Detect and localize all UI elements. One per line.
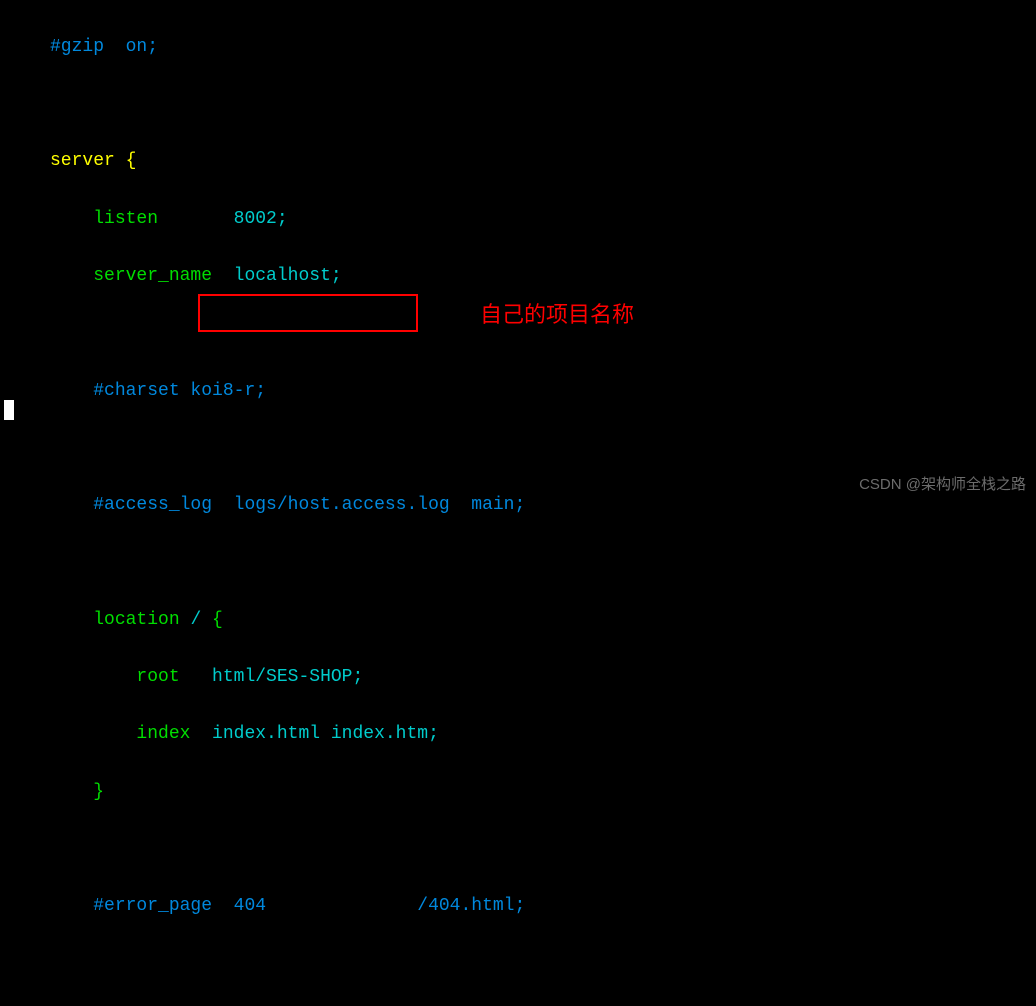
- brace-open: {: [212, 610, 223, 630]
- code-line: [0, 950, 1036, 979]
- code-line: location / {: [0, 606, 1036, 635]
- keyword: server: [50, 151, 115, 171]
- code-line: [0, 548, 1036, 577]
- directive: listen: [93, 209, 158, 229]
- value: html/SES-SHOP;: [180, 667, 364, 687]
- watermark-text: CSDN @架构师全栈之路: [859, 473, 1026, 497]
- code-line: }: [0, 778, 1036, 807]
- brace-close: }: [93, 782, 104, 802]
- comment-text: #access_log logs/host.access.log main;: [93, 495, 525, 515]
- code-line: [0, 835, 1036, 864]
- directive: location: [93, 610, 179, 630]
- cursor-icon: [4, 400, 14, 420]
- directive: index: [136, 724, 190, 744]
- comment-text: #charset koi8-r;: [93, 381, 266, 401]
- code-line: root html/SES-SHOP;: [0, 663, 1036, 692]
- comment-text: #gzip on;: [50, 37, 158, 57]
- code-line: [0, 90, 1036, 119]
- code-line: server_name localhost;: [0, 262, 1036, 291]
- code-line: server {: [0, 147, 1036, 176]
- directive: root: [136, 667, 179, 687]
- value: 8002;: [158, 209, 288, 229]
- code-line: #error_page 404 /404.html;: [0, 892, 1036, 921]
- value: index.html index.htm;: [190, 724, 438, 744]
- value: localhost;: [212, 266, 342, 286]
- value: /: [180, 610, 212, 630]
- brace-open: {: [115, 151, 137, 171]
- code-line: #gzip on;: [0, 33, 1036, 62]
- comment-text: #error_page 404 /404.html;: [93, 896, 525, 916]
- code-editor[interactable]: #gzip on; server { listen 8002; server_n…: [0, 4, 1036, 1006]
- code-line: listen 8002;: [0, 205, 1036, 234]
- code-line: [0, 319, 1036, 348]
- code-line: [0, 434, 1036, 463]
- code-line: #charset koi8-r;: [0, 377, 1036, 406]
- code-line: index index.html index.htm;: [0, 720, 1036, 749]
- directive: server_name: [93, 266, 212, 286]
